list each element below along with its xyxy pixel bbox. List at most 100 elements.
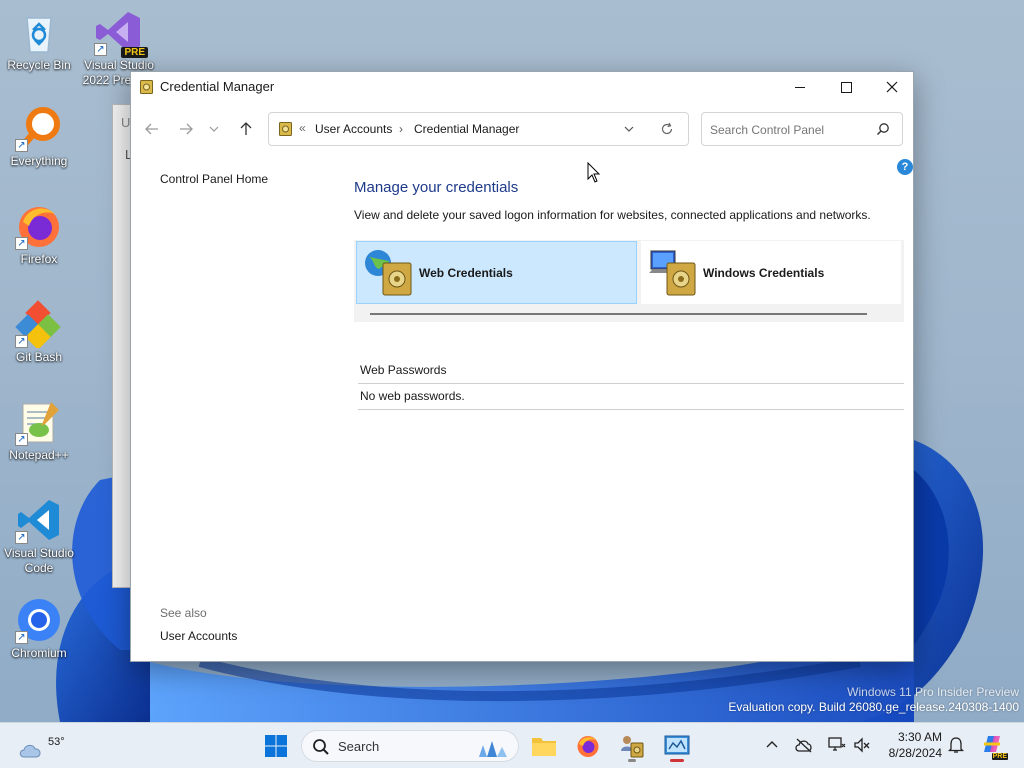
mouse-cursor-icon <box>587 162 601 183</box>
maximize-icon <box>840 81 852 93</box>
search-icon[interactable] <box>876 122 890 136</box>
desktop-icon-label: Git Bash <box>15 350 63 364</box>
weather-temperature: 53° <box>48 736 65 748</box>
breadcrumb-credential-manager[interactable]: Credential Manager <box>414 122 519 136</box>
background-window-title: U <box>121 115 131 130</box>
recent-locations-button[interactable] <box>204 116 224 142</box>
firefox-icon: ↗ <box>15 202 63 250</box>
desktop-icon-firefox[interactable]: ↗ Firefox <box>0 202 78 267</box>
forward-arrow-icon <box>180 123 193 135</box>
title-bar[interactable]: Credential Manager <box>131 72 913 102</box>
web-passwords-empty-message: No web passwords. <box>360 389 465 403</box>
page-title: Manage your credentials <box>354 179 519 196</box>
desktop-icon-label: Everything <box>10 154 68 168</box>
desktop-icon-everything[interactable]: ↗ Everything <box>0 104 78 169</box>
taskbar: 53° Search 3:30 AM 8/28/2024 PRE <box>0 722 1024 768</box>
volume-muted-icon[interactable] <box>853 736 871 754</box>
close-icon <box>886 81 898 93</box>
windows-credentials-icon <box>647 247 699 299</box>
web-credentials-tile[interactable]: Web Credentials <box>356 241 637 304</box>
shortcut-arrow-icon: ↗ <box>15 335 28 348</box>
taskbar-control-panel[interactable] <box>660 729 694 763</box>
user-accounts-link[interactable]: User Accounts <box>160 629 237 643</box>
copilot-button[interactable]: PRE <box>980 732 1008 760</box>
web-passwords-heading: Web Passwords <box>360 363 447 377</box>
desktop-icon-label: Notepad++ <box>9 448 69 462</box>
shortcut-arrow-icon: ↗ <box>15 139 28 152</box>
refresh-icon[interactable] <box>660 122 674 136</box>
control-panel-icon <box>664 735 690 755</box>
watermark-build: Evaluation copy. Build 26080.ge_release.… <box>728 700 1019 714</box>
onedrive-offline-icon[interactable] <box>795 737 813 753</box>
breadcrumb-separator[interactable]: › <box>399 122 403 136</box>
shortcut-arrow-icon: ↗ <box>15 531 28 544</box>
minimize-button[interactable] <box>777 72 823 102</box>
start-button[interactable] <box>259 729 293 763</box>
breadcrumb-user-accounts[interactable]: User Accounts <box>315 122 392 136</box>
window-title: Credential Manager <box>160 79 275 94</box>
desktop-icon-git-bash[interactable]: ↗ Git Bash <box>0 300 78 365</box>
credential-users-icon <box>621 736 644 758</box>
folder-icon <box>532 738 556 756</box>
address-dropdown-icon[interactable] <box>623 123 635 135</box>
close-button[interactable] <box>869 72 915 102</box>
back-arrow-icon <box>145 123 158 135</box>
system-clock[interactable]: 3:30 AM 8/28/2024 <box>872 729 942 761</box>
web-credentials-icon <box>363 247 415 299</box>
shortcut-arrow-icon: ↗ <box>15 237 28 250</box>
shortcut-arrow-icon: ↗ <box>15 433 28 446</box>
overflow-chevron[interactable]: « <box>299 121 306 135</box>
back-button[interactable] <box>139 116 165 142</box>
shortcut-arrow-icon: ↗ <box>15 631 28 644</box>
credential-manager-window[interactable]: Credential Manager « User Accounts › Cre… <box>130 71 914 662</box>
search-highlight-icon <box>479 741 507 757</box>
running-indicator <box>628 759 636 762</box>
forward-button[interactable] <box>173 116 199 142</box>
desktop-icon-recycle-bin[interactable]: Recycle Bin <box>0 8 78 73</box>
show-hidden-icons-chevron-up-icon[interactable] <box>766 740 778 748</box>
page-description: View and delete your saved logon informa… <box>354 208 871 222</box>
desktop-icon-notepad-plus-plus[interactable]: ↗ Notepad++ <box>0 398 78 463</box>
control-panel-home-link[interactable]: Control Panel Home <box>160 172 268 186</box>
windows-logo-icon <box>265 735 287 757</box>
chromium-icon: ↗ <box>15 596 63 644</box>
address-bar[interactable]: « User Accounts › Credential Manager <box>268 112 689 146</box>
desktop-icon-chromium[interactable]: ↗ Chromium <box>0 596 78 661</box>
taskbar-search-label: Search <box>338 739 380 754</box>
desktop-icon-label: Recycle Bin <box>7 58 71 72</box>
navigation-bar: « User Accounts › Credential Manager <box>131 102 913 154</box>
watermark-edition: Windows 11 Pro Insider Preview <box>847 685 1019 699</box>
search-icon <box>313 739 329 755</box>
divider <box>358 409 904 410</box>
taskbar-search-box[interactable]: Search <box>301 730 519 762</box>
desktop-icon-vscode[interactable]: ↗ Visual Studio Code <box>0 496 78 576</box>
see-also-heading: See also <box>160 606 207 620</box>
search-control-panel-box[interactable] <box>701 112 903 146</box>
firefox-icon <box>577 736 599 757</box>
recycle-bin-icon <box>15 8 63 56</box>
minimize-icon <box>794 86 805 88</box>
network-icon[interactable] <box>828 736 846 754</box>
help-icon[interactable]: ? <box>897 159 913 175</box>
weather-widget[interactable]: 53° <box>16 729 65 763</box>
active-window-indicator <box>670 759 684 762</box>
desktop-icon-label: Visual Studio Code <box>4 546 74 575</box>
taskbar-firefox[interactable] <box>571 729 605 763</box>
divider <box>358 383 904 384</box>
clock-time: 3:30 AM <box>897 730 942 744</box>
maximize-button[interactable] <box>823 72 869 102</box>
notification-bell-icon[interactable] <box>948 736 964 754</box>
up-button[interactable] <box>233 116 259 142</box>
shortcut-arrow-icon: ↗ <box>94 43 107 56</box>
search-input[interactable] <box>710 121 870 138</box>
git-bash-icon: ↗ <box>15 300 63 350</box>
preview-badge: PRE <box>121 47 148 58</box>
taskbar-credential-manager[interactable] <box>615 729 649 763</box>
cloud-icon <box>19 744 41 758</box>
web-credentials-label: Web Credentials <box>419 265 513 280</box>
taskbar-file-explorer[interactable] <box>527 729 561 763</box>
windows-credentials-tile[interactable]: Windows Credentials <box>641 241 901 304</box>
desktop-icon-label: Firefox <box>20 252 58 266</box>
notepad-plus-plus-icon: ↗ <box>15 398 63 446</box>
windows-credentials-label: Windows Credentials <box>703 265 825 280</box>
